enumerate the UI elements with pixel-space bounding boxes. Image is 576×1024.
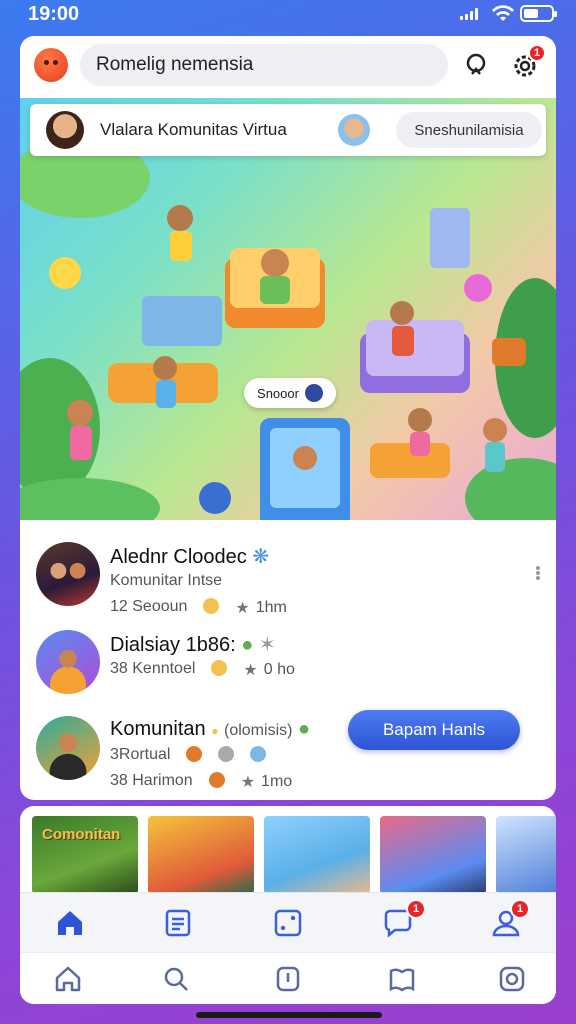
pill-icon (304, 384, 323, 402)
thumbnail-strip: Comonitan (32, 816, 556, 894)
system-nav-bar (20, 952, 556, 1004)
profile-badge: 1 (510, 899, 530, 919)
community-banner[interactable]: Vlalara Komunitas Virtua Sneshunilamisia (30, 104, 546, 156)
emoji-icon (218, 746, 235, 762)
feed-meta: 38 Harimon ★ 1mo (110, 772, 293, 791)
battery-icon (520, 5, 557, 22)
community-scene-art (20, 138, 556, 520)
main-card: Romelig nemensia 1 Vlalara Komunitas Vir… (20, 36, 556, 800)
thumbnail-title: Comonitan (42, 826, 121, 843)
feed-meta: 3Rortual (110, 746, 267, 764)
hero-illustration[interactable]: Vlalara Komunitas Virtua Sneshunilamisia… (20, 98, 556, 520)
banner-title: Vlalara Komunitas Virtua (100, 120, 287, 139)
search-text: Romelig nemensia (96, 54, 254, 75)
emoji-icon (186, 746, 203, 762)
feed-title: Alednr Cloodec ❋ (110, 546, 270, 568)
emoji-icon (211, 660, 228, 676)
feed-meta: 12 Seooun ★ 1hm (110, 598, 287, 617)
avatar (46, 111, 84, 149)
thumbnail[interactable] (380, 816, 486, 894)
book-icon[interactable] (386, 963, 418, 995)
thumbnail[interactable] (148, 816, 254, 894)
more-icon[interactable] (536, 566, 540, 580)
emoji-icon (250, 746, 267, 762)
emoji-icon (203, 598, 220, 614)
wifi-icon (492, 5, 514, 21)
status-bar: 19:00 (0, 0, 576, 30)
signal-icon (460, 8, 478, 20)
search-outline-icon[interactable] (160, 963, 192, 995)
status-time: 19:00 (28, 3, 80, 25)
emoji-icon (208, 772, 225, 788)
feed-title: Dialsiay 1b86: ● ✶ (110, 634, 276, 656)
feed-title: Komunitan ● (olomisis) ● (110, 718, 311, 740)
app-header: Romelig nemensia 1 (20, 36, 556, 98)
home-icon[interactable] (54, 907, 86, 939)
list-icon[interactable] (162, 907, 194, 939)
scene-pill-text: Snooor (257, 385, 299, 401)
dice-icon[interactable] (272, 907, 304, 939)
join-button[interactable]: Bapam Hanls (348, 710, 520, 750)
tab-bar: 1 1 (20, 892, 556, 952)
bottom-panel: Comonitan 1 1 (20, 806, 556, 1004)
search-bar[interactable]: Romelig nemensia (80, 44, 448, 86)
list-item[interactable]: Alednr Cloodec ❋ Komunitar Intse 12 Seoo… (20, 542, 556, 624)
notification-badge: 1 (528, 44, 546, 62)
banner-action-button[interactable]: Sneshunilamisia (396, 112, 542, 148)
feed-meta: 38 Kenntoel ★ 0 ho (110, 660, 295, 679)
avatar (36, 716, 100, 780)
home-outline-icon[interactable] (52, 963, 84, 995)
messages-badge: 1 (406, 899, 426, 919)
battery-fill (524, 9, 538, 18)
star-icon: ★ (243, 662, 258, 679)
app-logo[interactable] (34, 48, 68, 82)
feed-subtitle: Komunitar Intse (110, 572, 223, 589)
thumbnail[interactable]: Comonitan (32, 816, 138, 894)
star-icon: ★ (235, 600, 250, 617)
scene-label-pill[interactable]: Snooor (244, 378, 336, 408)
avatar (36, 630, 100, 694)
list-item[interactable]: Dialsiay 1b86: ● ✶ 38 Kenntoel ★ 0 ho (20, 630, 556, 712)
community-feed: Alednr Cloodec ❋ Komunitar Intse 12 Seoo… (20, 520, 556, 800)
thumbnail[interactable] (496, 816, 556, 894)
thumbnail[interactable] (264, 816, 370, 894)
add-post-icon[interactable] (272, 963, 304, 995)
camera-icon[interactable] (496, 963, 528, 995)
avatar (338, 114, 370, 146)
star-icon: ★ (240, 774, 256, 791)
search-icon[interactable] (462, 50, 492, 80)
avatar (36, 542, 100, 606)
home-indicator[interactable] (196, 1012, 382, 1018)
